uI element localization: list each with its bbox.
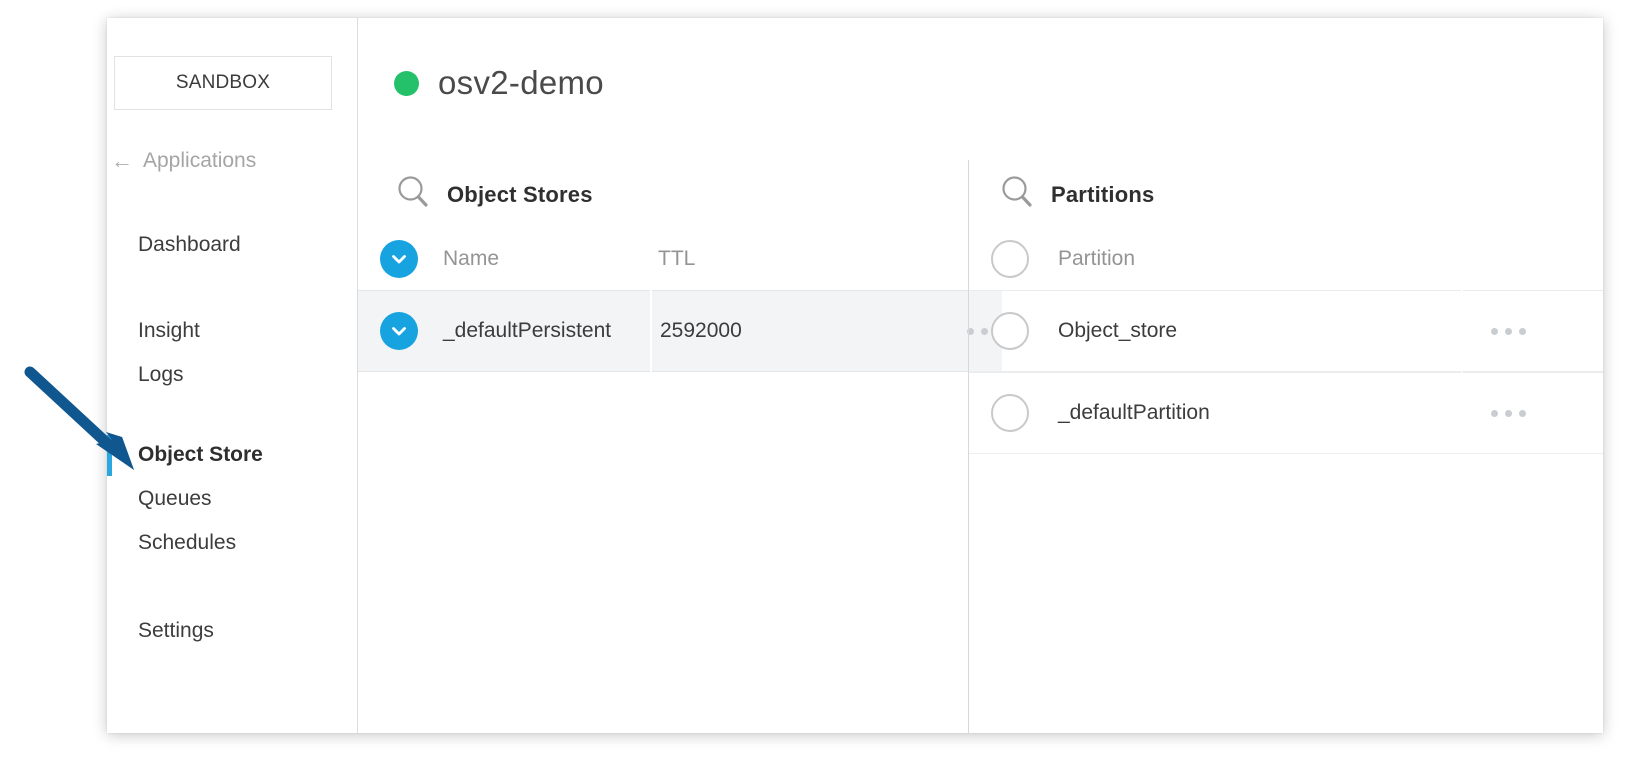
search-icon[interactable] xyxy=(395,174,431,215)
row-select-cell xyxy=(969,372,1058,453)
chevron-down-circle-icon[interactable] xyxy=(380,312,418,350)
cell-partition-name: _defaultPartition xyxy=(1058,372,1461,453)
partitions-table-header: Partition xyxy=(969,228,1603,290)
environment-selector-button[interactable]: SANDBOX xyxy=(114,56,332,110)
column-header-label: Name xyxy=(443,247,499,271)
sidebar-item-label: Queues xyxy=(138,487,212,511)
environment-label: SANDBOX xyxy=(176,72,270,94)
sidebar-item-object-store[interactable]: Object Store xyxy=(107,433,357,477)
partition-name-label: _defaultPartition xyxy=(1058,401,1210,425)
sidebar-item-label: Logs xyxy=(138,363,184,387)
back-to-applications-link[interactable]: ← Applications xyxy=(111,149,256,173)
sidebar-item-label: Schedules xyxy=(138,531,236,555)
object-stores-title: Object Stores xyxy=(447,182,593,208)
partitions-table: Partition Object_store xyxy=(969,228,1603,454)
sidebar-item-settings[interactable]: Settings xyxy=(107,609,357,653)
table-row[interactable]: _defaultPartition xyxy=(969,372,1603,454)
sidebar-item-dashboard[interactable]: Dashboard xyxy=(107,223,357,267)
status-indicator-icon xyxy=(394,71,419,96)
chevron-down-circle-icon[interactable] xyxy=(380,240,418,278)
object-stores-table-header: Name TTL xyxy=(358,228,968,290)
sidebar-item-logs[interactable]: Logs xyxy=(107,353,357,397)
partitions-header: Partitions xyxy=(969,160,1603,206)
table-row[interactable]: Object_store xyxy=(969,290,1603,372)
cell-store-ttl: 2592000 xyxy=(652,290,862,372)
store-ttl-label: 2592000 xyxy=(660,319,742,343)
store-name-label: _defaultPersistent xyxy=(443,319,611,343)
column-header-ttl[interactable]: TTL xyxy=(650,228,860,290)
row-select-cell xyxy=(358,290,443,372)
sidebar-item-queues[interactable]: Queues xyxy=(107,477,357,521)
back-link-label: Applications xyxy=(143,149,256,173)
sidebar-item-label: Object Store xyxy=(138,443,263,467)
arrow-left-icon: ← xyxy=(111,150,133,172)
object-stores-panel: Object Stores xyxy=(358,160,968,733)
cell-row-actions xyxy=(1463,290,1603,371)
nav-spacer xyxy=(107,565,357,609)
nav-spacer xyxy=(107,267,357,309)
sidebar-item-label: Dashboard xyxy=(138,233,241,257)
page-title: osv2-demo xyxy=(438,64,604,102)
screenshot-root: SANDBOX ← Applications Dashboard Insight… xyxy=(0,0,1636,758)
main-content: osv2-demo Object Stores xyxy=(358,18,1603,733)
sidebar-item-label: Settings xyxy=(138,619,214,643)
column-header-actions xyxy=(1463,228,1603,290)
partitions-panel: Partitions Partition xyxy=(968,160,1603,733)
sidebar: SANDBOX ← Applications Dashboard Insight… xyxy=(107,18,358,733)
partition-name-label: Object_store xyxy=(1058,319,1177,343)
column-header-label: Partition xyxy=(1058,247,1135,271)
column-header-name[interactable]: Name xyxy=(443,228,650,290)
cell-row-actions xyxy=(1463,372,1603,453)
circle-unchecked-icon[interactable] xyxy=(991,312,1029,350)
partitions-title: Partitions xyxy=(1051,182,1154,208)
sidebar-item-label: Insight xyxy=(138,319,200,343)
cell-store-name: _defaultPersistent xyxy=(443,290,650,372)
row-overflow-menu-icon[interactable] xyxy=(1491,410,1526,417)
circle-unchecked-icon[interactable] xyxy=(991,240,1029,278)
cell-partition-name: Object_store xyxy=(1058,290,1461,371)
circle-unchecked-icon[interactable] xyxy=(991,394,1029,432)
column-header-partition[interactable]: Partition xyxy=(1058,228,1463,290)
select-all-cell xyxy=(358,228,443,290)
row-select-cell xyxy=(969,290,1058,371)
column-header-actions xyxy=(860,228,968,290)
select-all-cell xyxy=(969,228,1058,290)
column-header-label: TTL xyxy=(658,247,695,271)
app-window: SANDBOX ← Applications Dashboard Insight… xyxy=(107,18,1603,733)
sidebar-item-schedules[interactable]: Schedules xyxy=(107,521,357,565)
page-header: osv2-demo xyxy=(394,64,604,102)
object-stores-table: Name TTL xyxy=(358,228,968,372)
nav-spacer xyxy=(107,397,357,433)
row-overflow-menu-icon[interactable] xyxy=(1491,328,1526,335)
panels-container: Object Stores xyxy=(358,160,1603,733)
table-row[interactable]: _defaultPersistent 2592000 xyxy=(358,290,968,372)
sidebar-item-insight[interactable]: Insight xyxy=(107,309,357,353)
object-stores-header: Object Stores xyxy=(358,160,968,206)
search-icon[interactable] xyxy=(999,174,1035,215)
sidebar-nav: Dashboard Insight Logs Object Store Queu… xyxy=(107,223,357,653)
